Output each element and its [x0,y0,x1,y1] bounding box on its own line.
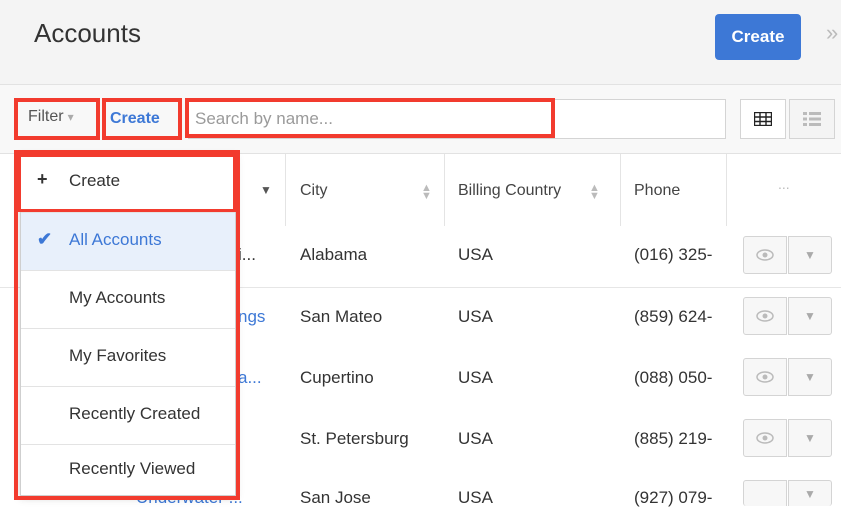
menu-item-label: Recently Created [69,404,201,423]
filter-menu: + Create ✔ All Accounts My Accounts My F… [20,154,236,496]
more-columns-icon[interactable]: ... [778,176,790,192]
plus-icon: + [37,169,48,189]
country-cell: USA [458,488,493,507]
filter-menu-item-my-favorites[interactable]: My Favorites [21,329,235,387]
country-cell: USA [458,429,493,448]
grid-view-icon[interactable] [740,99,786,139]
menu-item-label: Create [69,171,121,190]
caret-down-icon[interactable]: ▼ [788,419,832,457]
filter-menu-item-all-accounts[interactable]: ✔ All Accounts [21,213,235,271]
caret-down-icon[interactable]: ▼ [788,480,832,506]
column-header-phone[interactable]: Phone [634,182,680,200]
city-cell: Alabama [300,245,368,264]
phone-cell: (088) 050- [634,368,713,387]
checkmark-icon: ✔ [37,229,53,249]
eye-icon[interactable] [743,480,787,506]
account-name-link[interactable]: ngs [238,307,265,327]
city-cell: Cupertino [300,368,374,387]
filter-dropdown-button[interactable]: Filter ▾ [28,108,74,126]
eye-icon[interactable] [743,419,787,457]
caret-down-icon[interactable]: ▼ [788,297,832,335]
city-cell: St. Petersburg [300,429,409,448]
column-divider [285,154,286,226]
country-cell: USA [458,368,493,387]
sort-icon[interactable]: ▲ ▼ [421,183,432,202]
filter-menu-item-recently-created[interactable]: Recently Created [21,387,235,445]
city-cell: San Jose [300,488,371,507]
caret-down-icon: ▾ [67,110,74,124]
filter-menu-item-recently-viewed[interactable]: Recently Viewed [21,445,235,495]
caret-down-icon[interactable]: ▼ [788,358,832,396]
phone-cell: (016) 325- [634,245,713,264]
menu-item-label: My Favorites [69,346,167,365]
sort-icon[interactable]: ▲ ▼ [589,183,600,202]
caret-down-icon[interactable]: ▼ [788,236,832,274]
column-header-billing-country[interactable]: Billing Country [458,182,561,200]
phone-cell: (927) 079- [634,488,713,507]
city-cell: San Mateo [300,307,383,326]
double-chevron-right-icon[interactable]: » [826,20,838,46]
create-record-button[interactable]: Create [715,14,801,60]
page-title: Accounts [34,18,141,48]
list-view-icon[interactable] [789,99,835,139]
menu-item-label: My Accounts [69,288,166,307]
account-name-link[interactable]: a... [238,368,262,388]
phone-cell: (859) 624- [634,307,713,326]
create-filter-link[interactable]: Create [110,110,160,128]
filter-menu-item-my-accounts[interactable]: My Accounts [21,271,235,329]
search-input[interactable] [188,99,726,139]
account-name-link[interactable]: i... [238,245,256,265]
menu-item-label: Recently Viewed [69,459,196,478]
eye-icon[interactable] [743,236,787,274]
column-divider [620,154,621,226]
column-divider [444,154,445,226]
eye-icon[interactable] [743,297,787,335]
menu-item-label: All Accounts [69,230,162,249]
caret-down-icon[interactable]: ▼ [260,184,272,196]
eye-icon[interactable] [743,358,787,396]
phone-cell: (885) 219- [634,429,713,448]
filter-label: Filter [28,108,64,125]
column-header-city[interactable]: City [300,182,328,200]
country-cell: USA [458,307,493,326]
filter-menu-item-create[interactable]: + Create [21,155,235,213]
country-cell: USA [458,245,493,264]
